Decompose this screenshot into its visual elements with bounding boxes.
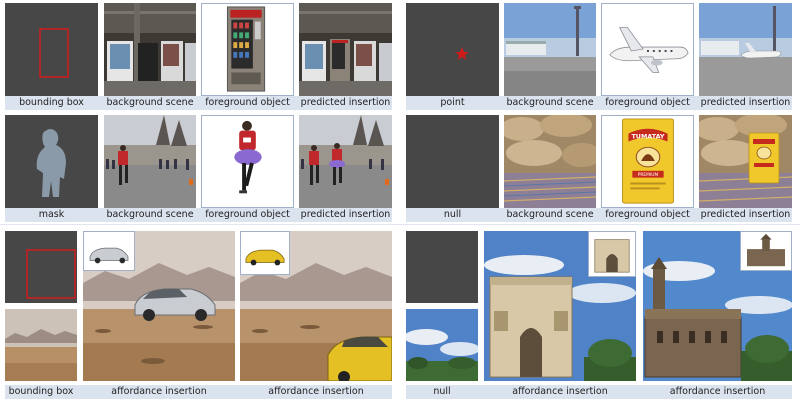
- inset-arch: [588, 231, 636, 277]
- caption-affordance-insertion: affordance insertion: [240, 385, 392, 399]
- bounding-box-condition: [5, 3, 98, 96]
- caption-predicted-insertion: predicted insertion: [299, 208, 392, 222]
- background-scene-sacks-image: [504, 115, 596, 208]
- caption-background-scene: background scene: [504, 208, 596, 222]
- inset-cathedral: [740, 231, 792, 271]
- predicted-insertion-sacks-image: [699, 115, 792, 208]
- background-scene-vending-image: [104, 3, 196, 96]
- caption-predicted-insertion: predicted insertion: [699, 208, 792, 222]
- caption-mask: mask: [5, 208, 98, 222]
- foreground-object-coffee-bag: TUMATAY PREMIUM: [601, 115, 694, 208]
- caption-background-scene: background scene: [504, 96, 596, 110]
- caption-bounding-box: bounding box: [5, 96, 98, 110]
- foreground-object-runner: [201, 115, 294, 208]
- point-condition: [406, 3, 499, 96]
- predicted-insertion-airport-image: [699, 3, 792, 96]
- caption-point: point: [406, 96, 499, 110]
- caption-background-scene: background scene: [104, 96, 196, 110]
- row-divider: [0, 224, 800, 225]
- mask-condition: [5, 115, 98, 208]
- caption-background-scene: background scene: [104, 208, 196, 222]
- caption-foreground-object: foreground object: [601, 96, 694, 110]
- background-sky-thumbnail: [406, 309, 478, 381]
- foreground-object-airplane: [601, 3, 694, 96]
- foreground-object-vending-machine: [201, 3, 294, 96]
- caption-affordance-insertion: affordance insertion: [83, 385, 235, 399]
- caption-foreground-object: foreground object: [201, 96, 294, 110]
- caption-affordance-insertion: affordance insertion: [484, 385, 636, 399]
- product-brand-text: TUMATAY: [631, 134, 664, 141]
- predicted-insertion-race-image: [299, 115, 392, 208]
- affordance-insertion-silver-car-image: [83, 231, 235, 381]
- caption-predicted-insertion: predicted insertion: [299, 96, 392, 110]
- caption-null: null: [406, 208, 499, 222]
- caption-affordance-insertion: affordance insertion: [643, 385, 792, 399]
- inset-silver-car: [83, 231, 135, 271]
- background-desert-thumbnail: [5, 309, 77, 381]
- caption-predicted-insertion: predicted insertion: [699, 96, 792, 110]
- affordance-insertion-arch-image: [484, 231, 636, 381]
- background-scene-race-image: [104, 115, 196, 208]
- background-scene-airport-image: [504, 3, 596, 96]
- caption-foreground-object: foreground object: [201, 208, 294, 222]
- null-condition: [406, 231, 478, 303]
- caption-null: null: [406, 385, 478, 399]
- caption-foreground-object: foreground object: [601, 208, 694, 222]
- product-sub-text: PREMIUM: [638, 172, 659, 178]
- null-condition: [406, 115, 499, 208]
- predicted-insertion-vending-image: [299, 3, 392, 96]
- affordance-insertion-cathedral-image: [643, 231, 792, 381]
- caption-bounding-box: bounding box: [5, 385, 77, 399]
- inset-yellow-car: [240, 231, 290, 275]
- affordance-insertion-yellow-car-image: [240, 231, 392, 381]
- bounding-box-condition: [5, 231, 77, 303]
